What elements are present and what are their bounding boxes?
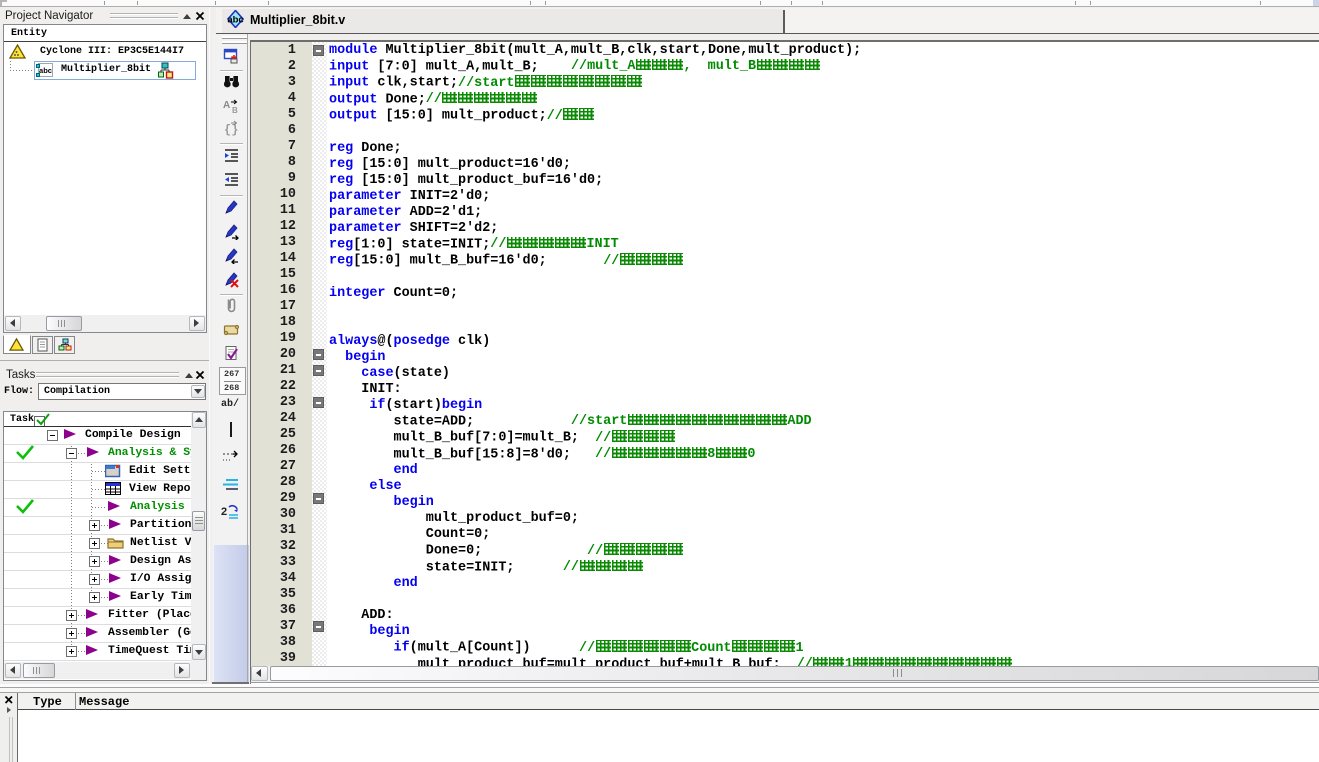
svg-text:2: 2 xyxy=(221,506,227,518)
svg-text:A: A xyxy=(223,100,230,111)
svg-text:{}: {} xyxy=(224,123,238,137)
svg-text:abc: abc xyxy=(227,15,243,26)
svg-text:B: B xyxy=(232,106,238,114)
